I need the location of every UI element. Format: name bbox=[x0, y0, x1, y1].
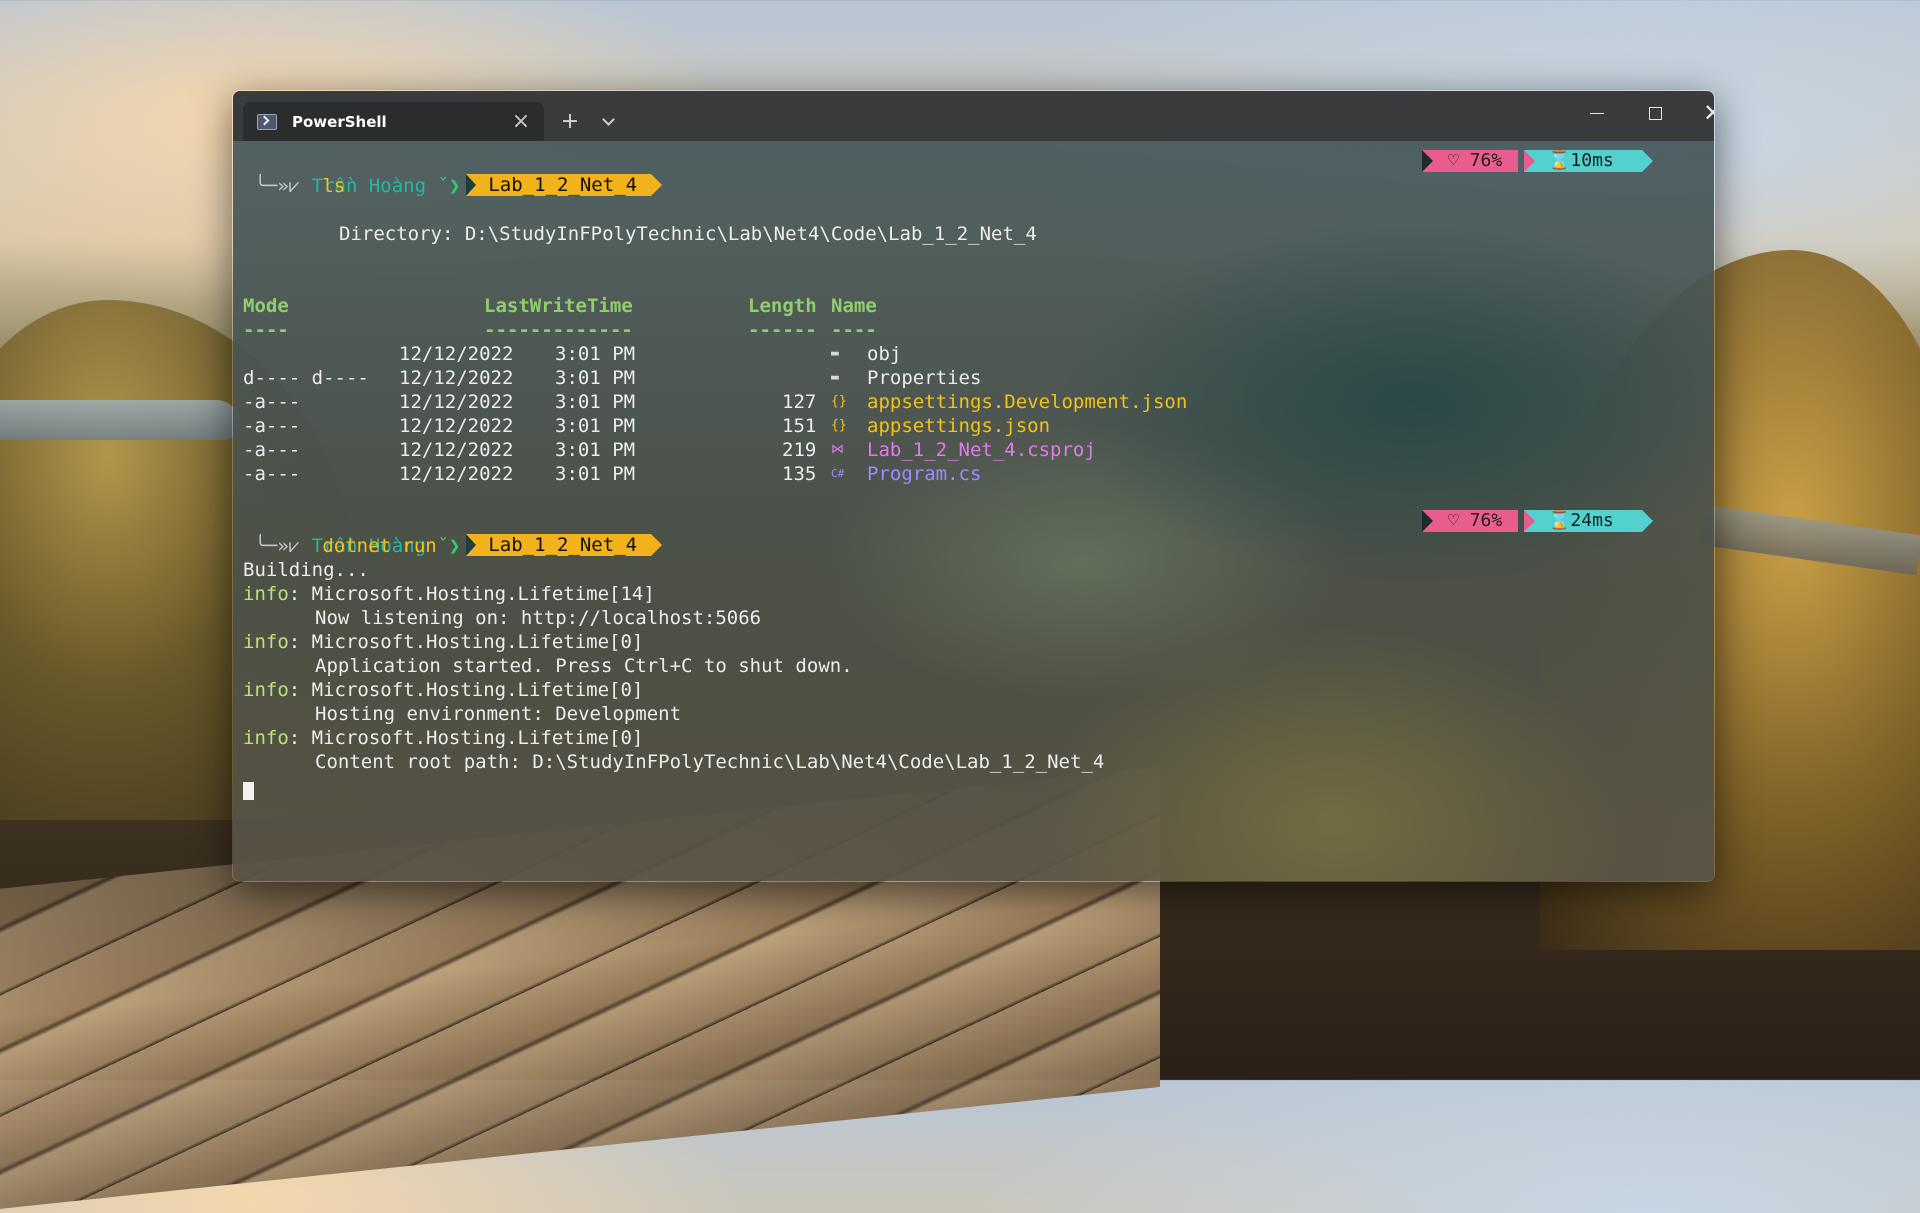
log-message: Content root path: D:\StudyInFPolyTechni… bbox=[315, 751, 1105, 773]
tab-dropdown-button[interactable] bbox=[593, 107, 623, 137]
command-text: ls bbox=[322, 175, 346, 197]
log-source: : Microsoft.Hosting.Lifetime[14] bbox=[288, 583, 655, 605]
row-date: 12/12/2022 bbox=[399, 367, 514, 389]
row-length: 135 bbox=[782, 463, 817, 485]
table-row: d---- bbox=[243, 342, 369, 389]
row-time: 3:01 PM bbox=[555, 367, 636, 389]
row-length: 151 bbox=[782, 415, 817, 437]
title-bar[interactable]: PowerShell × + ✕ bbox=[233, 91, 1714, 141]
prompt-folder: Lab_1_2_Net_4 bbox=[466, 534, 662, 556]
prompt-continuation-icon: ╰─»⩗ bbox=[243, 175, 323, 197]
command-line-2: ╰─»⩗ dotnet run bbox=[243, 534, 437, 558]
maximize-button[interactable] bbox=[1626, 91, 1684, 135]
header-underline: ------------- bbox=[484, 319, 633, 341]
column-header-lastwritetime: LastWriteTime bbox=[484, 295, 633, 317]
row-name: appsettings.json bbox=[867, 415, 1051, 437]
header-underline: ---- bbox=[243, 319, 289, 341]
row-date: 12/12/2022 bbox=[399, 415, 514, 437]
log-source: : Microsoft.Hosting.Lifetime[0] bbox=[288, 679, 644, 701]
terminal-window: PowerShell × + ✕ Trần Hoàng ˇ❯Lab_1_2_Ne… bbox=[232, 90, 1715, 882]
row-mode: d---- bbox=[243, 367, 301, 389]
tab-title: PowerShell bbox=[292, 112, 387, 131]
prompt-line-2: Trần Hoàng ˇ❯ Lab_1_2_Net_4 bbox=[243, 510, 662, 557]
row-time: 3:01 PM bbox=[555, 343, 636, 365]
minimize-button[interactable] bbox=[1568, 91, 1626, 135]
row-mode: d---- bbox=[311, 367, 369, 389]
csharp-icon: C# bbox=[831, 467, 845, 480]
command-line-1: ╰─»⩗ ls bbox=[243, 174, 345, 198]
row-date: 12/12/2022 bbox=[399, 439, 514, 461]
command-duration: ⌛10ms bbox=[1524, 150, 1653, 172]
visual-studio-icon: ⋈ bbox=[831, 442, 844, 457]
column-header-name: Name bbox=[831, 295, 877, 317]
log-line: info: Microsoft.Hosting.Lifetime[0] bbox=[243, 630, 643, 654]
row-date: 12/12/2022 bbox=[399, 343, 514, 365]
battery-status: ♡ 76% bbox=[1422, 150, 1519, 172]
wallpaper-lake bbox=[0, 400, 240, 440]
row-length: 219 bbox=[782, 439, 817, 461]
prompt-continuation-icon: ╰─»⩗ bbox=[243, 535, 323, 557]
terminal-content[interactable]: Trần Hoàng ˇ❯ Lab_1_2_Net_4 ♡ 76% ⌛10ms ╰… bbox=[233, 141, 1714, 881]
row-time: 3:01 PM bbox=[555, 463, 636, 485]
prompt-line-1: Trần Hoàng ˇ❯ Lab_1_2_Net_4 bbox=[243, 150, 662, 197]
battery-status: ♡ 76% bbox=[1422, 510, 1519, 532]
log-line: info: Microsoft.Hosting.Lifetime[0] bbox=[243, 726, 643, 750]
log-level: info bbox=[243, 583, 289, 605]
folder-icon: ▬ bbox=[831, 346, 839, 361]
chevron-down-icon bbox=[601, 113, 615, 126]
log-level: info bbox=[243, 631, 289, 653]
column-header-length: Length bbox=[748, 295, 817, 317]
row-mode: -a--- bbox=[243, 463, 301, 485]
minimize-icon bbox=[1590, 112, 1604, 114]
row-name: Lab_1_2_Net_4.csproj bbox=[867, 439, 1096, 461]
row-name: Properties bbox=[867, 367, 982, 389]
log-message: Hosting environment: Development bbox=[315, 703, 682, 725]
command-text: dotnet run bbox=[322, 535, 437, 557]
log-line: info: Microsoft.Hosting.Lifetime[14] bbox=[243, 582, 655, 606]
row-date: 12/12/2022 bbox=[399, 391, 514, 413]
row-mode: -a--- bbox=[243, 415, 301, 437]
directory-line: Directory: D:\StudyInFPolyTechnic\Lab\Ne… bbox=[339, 223, 1037, 245]
row-length: 127 bbox=[782, 391, 817, 413]
folder-icon: ▬ bbox=[831, 370, 839, 385]
log-level: info bbox=[243, 727, 289, 749]
row-name: obj bbox=[867, 343, 902, 365]
header-underline: ------ bbox=[748, 319, 817, 341]
powershell-icon bbox=[257, 113, 277, 130]
column-header-mode: Mode bbox=[243, 295, 289, 317]
header-underline: ---- bbox=[831, 319, 877, 341]
tab-powershell[interactable]: PowerShell × bbox=[243, 102, 544, 141]
row-time: 3:01 PM bbox=[555, 439, 636, 461]
log-message: Application started. Press Ctrl+C to shu… bbox=[315, 655, 853, 677]
row-mode: -a--- bbox=[243, 391, 301, 413]
text-cursor bbox=[243, 782, 254, 800]
close-window-button[interactable]: ✕ bbox=[1684, 91, 1714, 135]
log-line: info: Microsoft.Hosting.Lifetime[0] bbox=[243, 678, 643, 702]
json-icon: {} bbox=[831, 394, 847, 409]
row-mode: -a--- bbox=[243, 439, 301, 461]
json-icon: {} bbox=[831, 418, 847, 433]
maximize-icon bbox=[1648, 106, 1662, 120]
row-name: appsettings.Development.json bbox=[867, 391, 1188, 413]
row-name: Program.cs bbox=[867, 463, 982, 485]
new-tab-button[interactable]: + bbox=[553, 105, 587, 137]
row-time: 3:01 PM bbox=[555, 415, 636, 437]
row-time: 3:01 PM bbox=[555, 391, 636, 413]
output-building: Building... bbox=[243, 559, 369, 581]
prompt-arrow-icon: ˇ❯ bbox=[426, 175, 461, 197]
log-source: : Microsoft.Hosting.Lifetime[0] bbox=[288, 727, 644, 749]
row-date: 12/12/2022 bbox=[399, 463, 514, 485]
log-level: info bbox=[243, 679, 289, 701]
log-message: Now listening on: http://localhost:5066 bbox=[315, 607, 762, 629]
command-duration: ⌛24ms bbox=[1524, 510, 1653, 532]
log-source: : Microsoft.Hosting.Lifetime[0] bbox=[288, 631, 644, 653]
prompt-folder: Lab_1_2_Net_4 bbox=[466, 174, 662, 196]
tab-close-button[interactable]: × bbox=[506, 107, 536, 137]
